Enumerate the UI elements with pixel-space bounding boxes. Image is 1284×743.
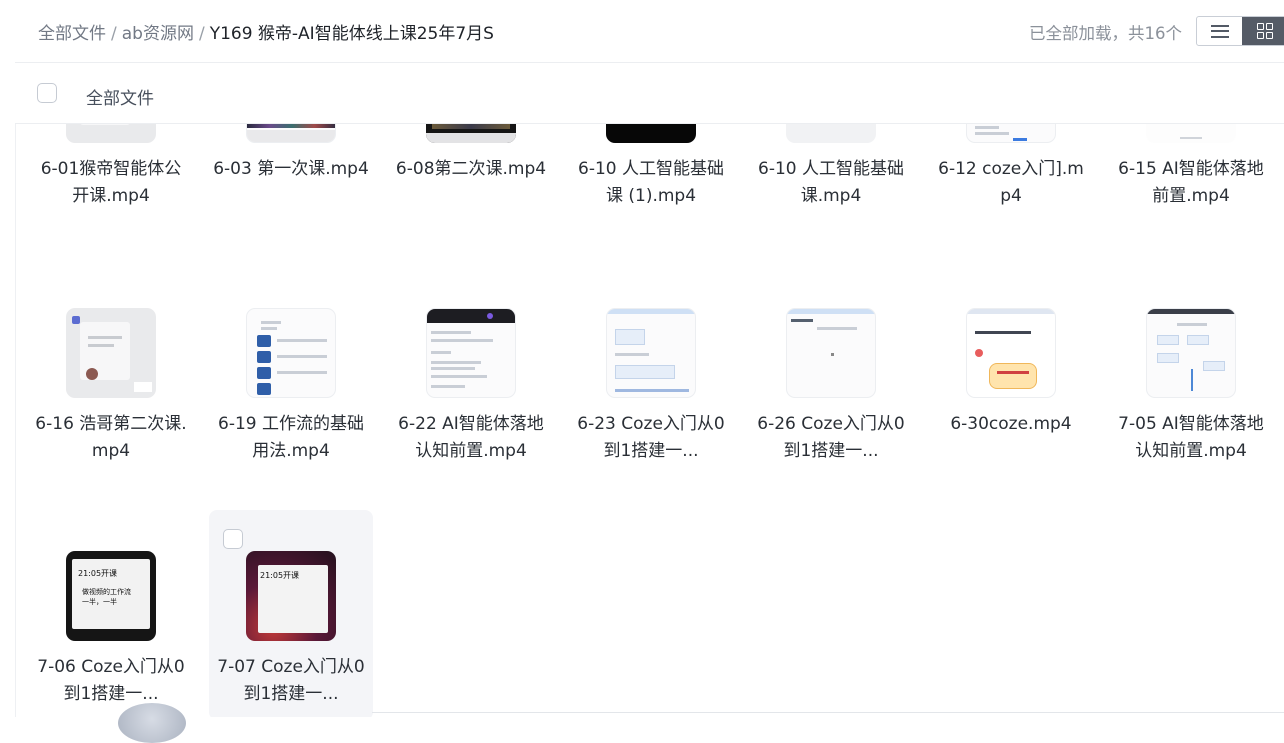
breadcrumb: 全部文件 / ab资源网 / Y169 猴帝-AI智能体线上课25年7月S	[38, 19, 494, 44]
file-tile[interactable]: 6-12 coze入门].mp4	[929, 124, 1093, 222]
file-tile[interactable]: 21:05开课 做视频的工作流 一半，一半 7-06 Coze入门从0到1搭建一…	[29, 510, 193, 717]
file-tile[interactable]: 6-08第二次课.mp4	[389, 124, 553, 222]
file-name: 6-22 AI智能体落地认知前置.mp4	[398, 414, 544, 461]
file-name: 6-30coze.mp4	[950, 414, 1072, 434]
file-list-header: 全部文件	[15, 62, 1284, 124]
video-thumbnail	[66, 124, 156, 143]
video-thumbnail: 21:05开课 做视频的工作流 一半，一半	[66, 551, 156, 641]
file-tile[interactable]: 6-30coze.mp4	[929, 267, 1093, 477]
video-thumbnail	[426, 308, 516, 398]
list-view-button[interactable]	[1197, 17, 1242, 45]
file-name: 6-16 浩哥第二次课.mp4	[35, 414, 187, 461]
video-thumbnail	[606, 308, 696, 398]
file-name: 6-12 coze入门].mp4	[938, 159, 1084, 206]
file-name: 6-03 第一次课.mp4	[213, 159, 369, 179]
grid-view-button[interactable]	[1242, 17, 1284, 45]
file-name: 6-08第二次课.mp4	[395, 159, 547, 179]
load-status: 已全部加载，共16个	[1029, 24, 1182, 43]
file-grid: 6-01猴帝智能体公开课.mp4 6-03 第一次课.mp4 6-08第二次课.…	[0, 124, 1284, 717]
file-tile-hovered[interactable]: 21:05开课 7-07 Coze入门从0到1搭建一...	[209, 510, 373, 717]
video-thumbnail	[66, 308, 156, 398]
video-thumbnail	[786, 124, 876, 143]
bottom-divider	[372, 712, 1284, 713]
file-tile[interactable]: 6-22 AI智能体落地认知前置.mp4	[389, 267, 553, 477]
file-tile[interactable]: 6-10 人工智能基础课.mp4	[749, 124, 913, 222]
video-thumbnail	[1146, 308, 1236, 398]
video-thumbnail	[966, 308, 1056, 398]
video-thumbnail: 21:05开课	[246, 551, 336, 641]
file-tile[interactable]: 6-10 人工智能基础课 (1).mp4	[569, 124, 733, 222]
select-all-checkbox[interactable]	[37, 83, 57, 103]
file-tile[interactable]: 6-19 工作流的基础用法.mp4	[209, 267, 373, 477]
video-thumbnail	[1146, 124, 1236, 143]
file-name: 6-23 Coze入门从0到1搭建一...	[577, 414, 725, 461]
video-thumbnail	[606, 124, 696, 143]
file-tile[interactable]: 6-15 AI智能体落地前置.mp4	[1109, 124, 1273, 222]
file-tile[interactable]: 6-03 第一次课.mp4	[209, 124, 373, 222]
file-tile[interactable]: 6-23 Coze入门从0到1搭建一...	[569, 267, 733, 477]
file-name: 6-19 工作流的基础用法.mp4	[218, 414, 364, 461]
file-name: 7-07 Coze入门从0到1搭建一...	[217, 657, 365, 704]
file-name: 6-15 AI智能体落地前置.mp4	[1118, 159, 1264, 206]
file-name: 6-10 人工智能基础课 (1).mp4	[578, 159, 724, 206]
breadcrumb-separator: /	[198, 24, 205, 44]
file-select-checkbox[interactable]	[223, 529, 243, 549]
file-name: 7-05 AI智能体落地认知前置.mp4	[1118, 414, 1264, 461]
grid-view-icon	[1256, 23, 1273, 39]
thumbnail-caption: 21:05开课	[260, 571, 300, 580]
breadcrumb-parent[interactable]: ab资源网	[122, 24, 194, 44]
breadcrumb-current: Y169 猴帝-AI智能体线上课25年7月S	[209, 24, 494, 44]
breadcrumb-separator: /	[111, 24, 117, 44]
top-bar: 全部文件 / ab资源网 / Y169 猴帝-AI智能体线上课25年7月S 已全部加载，…	[0, 0, 1284, 62]
file-tile[interactable]: 7-05 AI智能体落地认知前置.mp4	[1109, 267, 1273, 477]
video-thumbnail	[426, 124, 516, 143]
breadcrumb-root[interactable]: 全部文件	[38, 24, 106, 44]
video-thumbnail	[786, 308, 876, 398]
video-thumbnail	[246, 308, 336, 398]
thumbnail-caption: 21:05开课	[78, 569, 118, 578]
file-name: 6-01猴帝智能体公开课.mp4	[40, 159, 182, 206]
file-tile[interactable]: 6-01猴帝智能体公开课.mp4	[29, 124, 193, 222]
file-name: 7-06 Coze入门从0到1搭建一...	[37, 657, 185, 704]
view-toggle	[1196, 16, 1284, 46]
file-name: 6-26 Coze入门从0到1搭建一...	[757, 414, 905, 461]
select-all-label: 全部文件	[86, 89, 154, 109]
file-name: 6-10 人工智能基础课.mp4	[758, 159, 904, 206]
thumbnail-caption: 做视频的工作流	[82, 588, 131, 596]
video-thumbnail	[966, 124, 1056, 143]
floating-avatar[interactable]	[118, 703, 186, 743]
file-tile[interactable]: 6-26 Coze入门从0到1搭建一...	[749, 267, 913, 477]
thumbnail-caption: 一半，一半	[82, 598, 117, 606]
file-tile[interactable]: 6-16 浩哥第二次课.mp4	[29, 267, 193, 477]
video-thumbnail	[246, 124, 336, 143]
list-view-icon	[1210, 24, 1229, 38]
